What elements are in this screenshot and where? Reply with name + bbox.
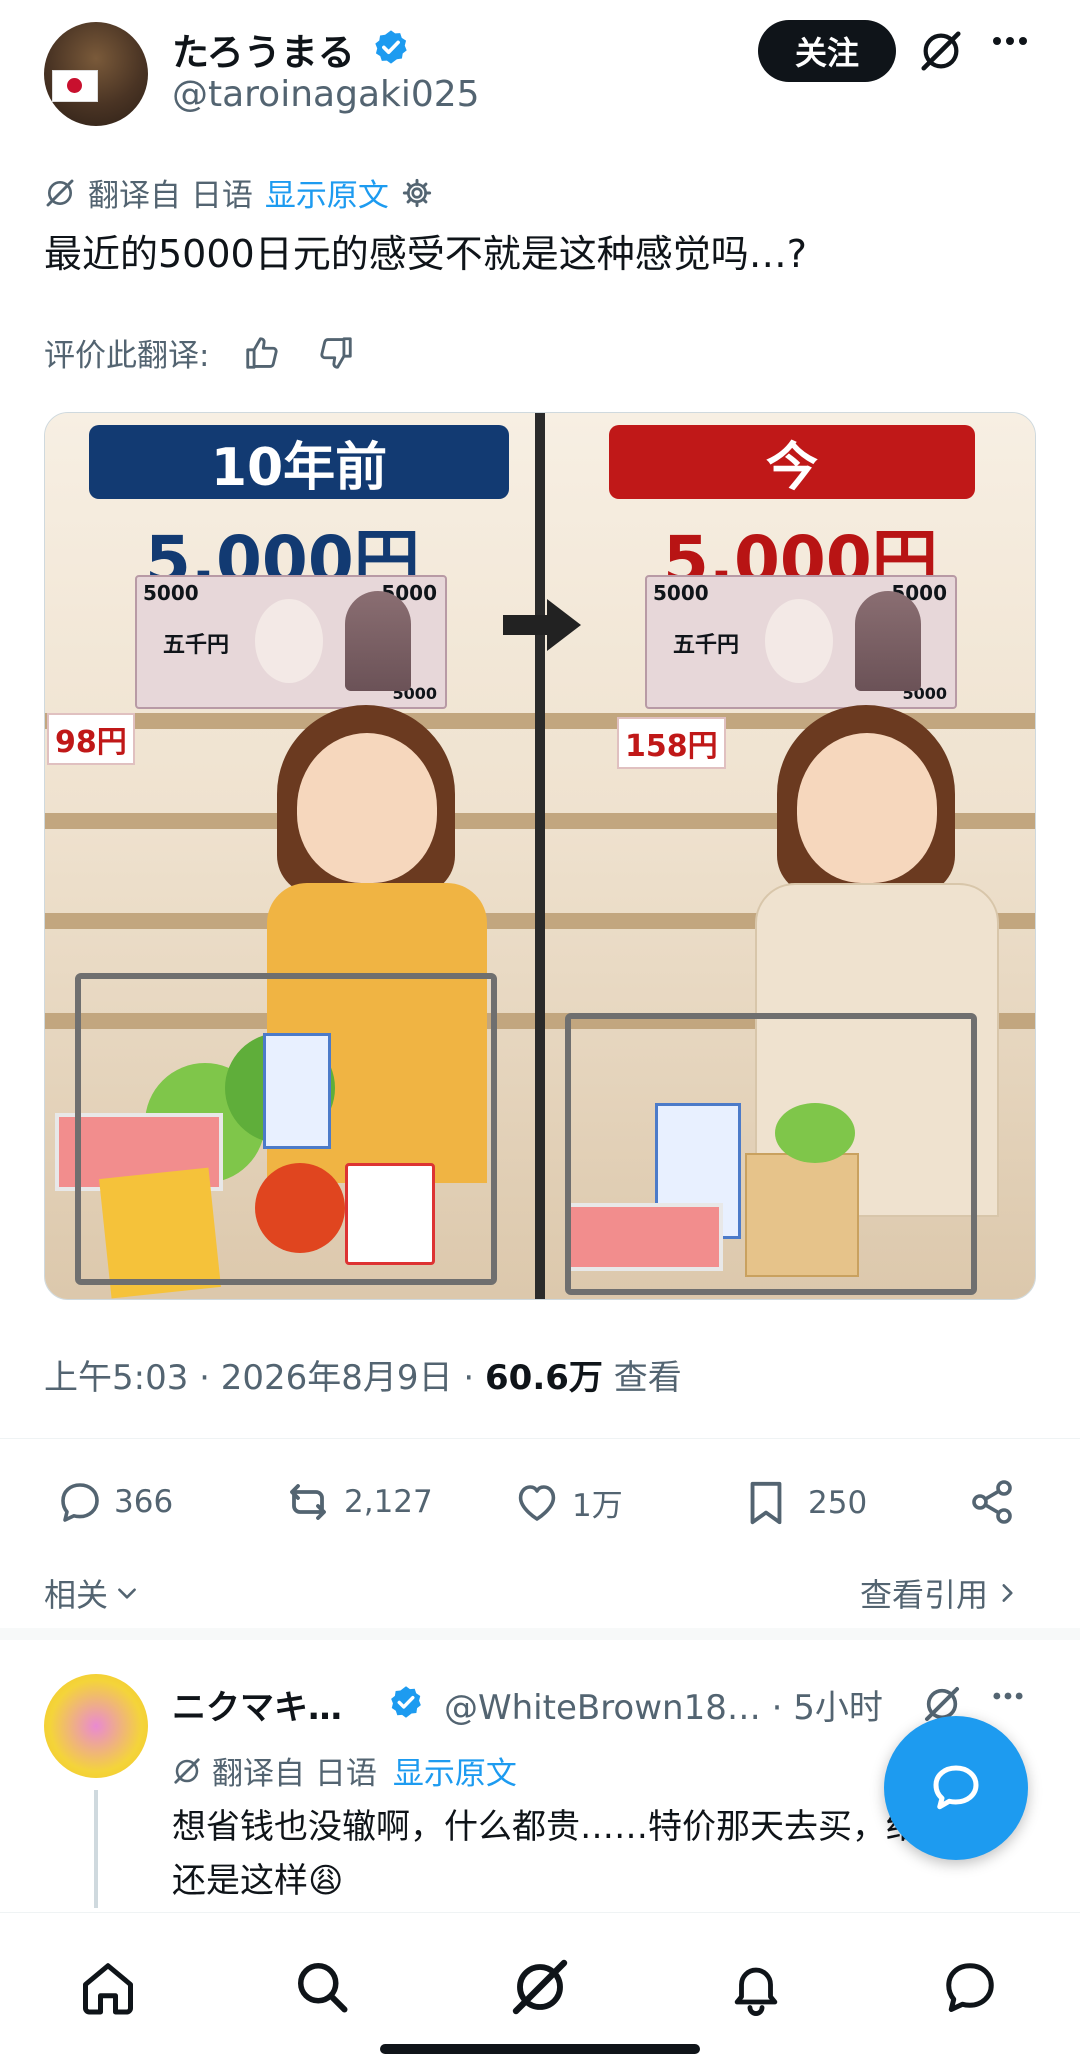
home-icon [78, 1957, 138, 2017]
follow-button[interactable]: 关注 [758, 20, 896, 82]
reply-translated-from: 翻译自 日语 [212, 1756, 377, 1792]
chevron-right-icon [994, 1580, 1020, 1606]
views-label: 查看 [602, 1358, 682, 1398]
thumbs-down-icon[interactable] [317, 334, 355, 372]
tweet-meta: 上午5:03 · 2026年8月9日 · 60.6万 查看 [44, 1350, 682, 1399]
divider [0, 1438, 1080, 1439]
thread-line [94, 1790, 98, 1908]
reply-button[interactable]: 366 [56, 1478, 173, 1526]
arrow-right-icon [503, 599, 581, 651]
tweet-text: 最近的5000日元的感受不就是这种感觉吗…? [44, 232, 807, 276]
bookmark-button[interactable]: 250 [744, 1478, 867, 1528]
thumbs-up-icon[interactable] [243, 334, 281, 372]
compose-button[interactable] [884, 1716, 1028, 1860]
share-button[interactable] [968, 1478, 1016, 1526]
view-quotes-label: 查看引用 [860, 1576, 989, 1614]
rate-translation-label: 评价此翻译: [44, 338, 210, 374]
nav-search[interactable] [282, 1947, 362, 2027]
nav-home[interactable] [68, 1947, 148, 2027]
grok-icon [508, 1955, 572, 2019]
reply-show-original-link[interactable]: 显示原文 [393, 1748, 517, 1793]
yen-bill-left: 5000 5000 5000 五千円 [135, 575, 447, 709]
search-icon [292, 1957, 352, 2017]
author-handle[interactable]: @taroinagaki025 [172, 74, 480, 115]
section-separator [0, 1628, 1080, 1640]
compose-icon [926, 1758, 986, 1818]
happy-woman [297, 733, 437, 883]
bookmark-icon [744, 1478, 788, 1528]
related-label: 相关 [44, 1576, 109, 1614]
panel-now: 今 5,000円 5000 5000 5000 五千円 158円 [545, 413, 1035, 1299]
reply-icon [56, 1478, 104, 1526]
reply-author-avatar[interactable] [44, 1674, 148, 1778]
price-tag-left: 98円 [47, 713, 135, 765]
bookmark-count: 250 [808, 1485, 868, 1521]
reply-author-name[interactable]: ニクマキ… [172, 1680, 342, 1729]
view-quotes-link[interactable]: 查看引用 [860, 1570, 1020, 1616]
more-icon[interactable] [990, 34, 1030, 48]
ten-years-ago-banner: 10年前 [89, 425, 509, 499]
panel-divider [535, 413, 545, 1299]
gear-icon[interactable] [401, 177, 433, 209]
like-icon [512, 1478, 562, 1526]
share-icon [968, 1478, 1016, 1526]
related-dropdown[interactable]: 相关 [44, 1570, 140, 1616]
repost-icon [282, 1478, 334, 1526]
reply-count: 366 [114, 1484, 174, 1520]
price-tag-right: 158円 [617, 717, 726, 769]
worried-woman [797, 733, 937, 883]
reply-text: 想省钱也没辙啊，什么都贵……特价那天去买，结果还是这样😩 [172, 1807, 954, 1901]
yen-bill-right: 5000 5000 5000 五千円 [645, 575, 957, 709]
verified-badge-icon [372, 28, 410, 66]
chevron-down-icon [114, 1580, 140, 1606]
verified-badge-icon [388, 1684, 424, 1720]
translate-icon [44, 177, 76, 209]
more-icon[interactable] [990, 1690, 1026, 1702]
grok-icon[interactable] [918, 28, 964, 74]
show-original-link[interactable]: 显示原文 [265, 170, 389, 215]
nav-notifications[interactable] [716, 1947, 796, 2027]
tweet-image[interactable]: 10年前 5,000円 5000 5000 5000 五千円 98円 今 5,0… [44, 412, 1036, 1300]
reply-author-handle[interactable]: @WhiteBrown18… · 5小时 [444, 1680, 883, 1729]
nav-messages[interactable] [930, 1947, 1010, 2027]
repost-count: 2,127 [344, 1484, 433, 1520]
translated-from-label: 翻译自 日语 [88, 178, 253, 214]
now-banner: 今 [609, 425, 975, 499]
panel-ten-years-ago: 10年前 5,000円 5000 5000 5000 五千円 98円 [45, 413, 535, 1299]
nav-grok[interactable] [500, 1947, 580, 2027]
like-count: 1万 [572, 1487, 623, 1524]
repost-button[interactable]: 2,127 [282, 1478, 433, 1526]
notifications-icon [727, 1957, 785, 2017]
author-avatar[interactable] [44, 22, 148, 126]
views-count: 60.6万 [485, 1358, 603, 1398]
author-name[interactable]: たろうまる [172, 22, 355, 76]
home-indicator [380, 2044, 700, 2054]
messages-icon [940, 1957, 1000, 2017]
timestamp: 上午5:03 · 2026年8月9日 · [44, 1358, 485, 1398]
translate-icon [172, 1756, 202, 1786]
japan-flag [52, 70, 98, 102]
like-button[interactable]: 1万 [512, 1478, 623, 1526]
